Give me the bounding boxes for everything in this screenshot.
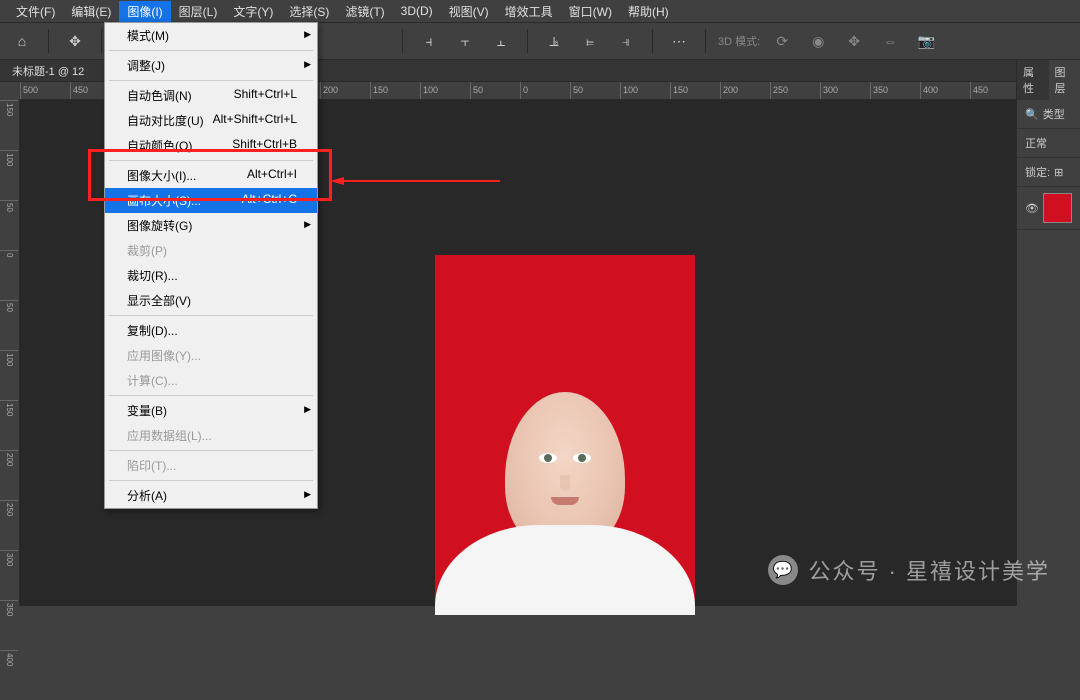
image-menu-dropdown: 模式(M) 调整(J) 自动色调(N)Shift+Ctrl+L自动对比度(U)Alt… <box>104 22 318 509</box>
menu-select[interactable]: 选择(S) <box>281 1 337 22</box>
menu-plugins[interactable]: 增效工具 <box>497 1 561 22</box>
canvas-document[interactable] <box>435 255 695 615</box>
menu-image[interactable]: 图像(I) <box>119 1 170 22</box>
menu-item[interactable]: 裁切(R)... <box>105 263 317 288</box>
menu-filter[interactable]: 滤镜(T) <box>337 1 392 22</box>
menu-item: 计算(C)... <box>105 368 317 393</box>
menu-type[interactable]: 文字(Y) <box>225 1 281 22</box>
menu-item: 陷印(T)... <box>105 453 317 478</box>
align-center-h-icon[interactable]: ⫟ <box>451 27 479 55</box>
type-filter-label: 类型 <box>1043 106 1065 122</box>
lock-pixels-icon[interactable]: ⊞ <box>1054 166 1063 179</box>
lock-label: 锁定: <box>1025 164 1050 180</box>
menu-item[interactable]: 自动色调(N)Shift+Ctrl+L <box>105 83 317 108</box>
menu-item[interactable]: 自动对比度(U)Alt+Shift+Ctrl+L <box>105 108 317 133</box>
align-top-icon[interactable]: ⫡ <box>540 27 568 55</box>
align-left-icon[interactable]: ⫞ <box>415 27 443 55</box>
slide-3d-icon[interactable]: ⇔ <box>876 27 904 55</box>
align-right-icon[interactable]: ⫠ <box>487 27 515 55</box>
menu-layer[interactable]: 图层(L) <box>171 1 226 22</box>
menu-item[interactable]: 变量(B) <box>105 398 317 423</box>
distribute-icon[interactable]: ⋯ <box>665 27 693 55</box>
menu-3d[interactable]: 3D(D) <box>393 2 441 20</box>
menu-edit[interactable]: 编辑(E) <box>63 1 119 22</box>
menubar: 文件(F) 编辑(E) 图像(I) 图层(L) 文字(Y) 选择(S) 滤镜(T… <box>0 0 1080 22</box>
menu-item: 裁剪(P) <box>105 238 317 263</box>
menu-item[interactable]: 分析(A) <box>105 483 317 508</box>
search-icon: 🔍 <box>1025 108 1039 121</box>
menu-item: 应用数据组(L)... <box>105 423 317 448</box>
menu-window[interactable]: 窗口(W) <box>561 1 620 22</box>
ruler-vertical: 15010050050100150200250300350400 <box>0 100 20 606</box>
mode-3d-label: 3D 模式: <box>718 33 760 49</box>
tab-layers[interactable]: 图层 <box>1049 60 1080 100</box>
pan-3d-icon[interactable]: ✥ <box>840 27 868 55</box>
menu-item: 应用图像(Y)... <box>105 343 317 368</box>
visibility-icon[interactable]: 👁 <box>1025 202 1039 215</box>
type-filter-row[interactable]: 🔍 类型 <box>1017 100 1080 129</box>
menu-item[interactable]: 图像大小(I)...Alt+Ctrl+I <box>105 163 317 188</box>
align-bottom-icon[interactable]: ⫣ <box>612 27 640 55</box>
menu-item[interactable]: 自动颜色(O)Shift+Ctrl+B <box>105 133 317 158</box>
menu-item[interactable]: 调整(J) <box>105 53 317 78</box>
orbit-3d-icon[interactable]: ⟳ <box>768 27 796 55</box>
menu-view[interactable]: 视图(V) <box>441 1 497 22</box>
right-panel: 属性 图层 🔍 类型 正常 锁定: ⊞ 👁 <box>1016 60 1080 606</box>
move-tool-icon[interactable]: ✥ <box>61 27 89 55</box>
align-middle-icon[interactable]: ⫢ <box>576 27 604 55</box>
menu-file[interactable]: 文件(F) <box>8 1 63 22</box>
blend-mode-row[interactable]: 正常 <box>1017 129 1080 158</box>
menu-help[interactable]: 帮助(H) <box>620 1 677 22</box>
menu-item[interactable]: 显示全部(V) <box>105 288 317 313</box>
layer-thumbnail[interactable] <box>1043 193 1072 223</box>
menu-item[interactable]: 图像旋转(G) <box>105 213 317 238</box>
home-icon[interactable]: ⌂ <box>8 27 36 55</box>
menu-item[interactable]: 复制(D)... <box>105 318 317 343</box>
layer-row[interactable]: 👁 <box>1017 187 1080 230</box>
blend-mode-value: 正常 <box>1025 135 1047 151</box>
menu-item[interactable]: 画布大小(S)...Alt+Ctrl+C <box>105 188 317 213</box>
portrait-shirt <box>435 525 695 615</box>
tab-properties[interactable]: 属性 <box>1017 60 1049 100</box>
lock-row[interactable]: 锁定: ⊞ <box>1017 158 1080 187</box>
roll-3d-icon[interactable]: ◉ <box>804 27 832 55</box>
zoom-3d-icon[interactable]: 📷 <box>912 27 940 55</box>
menu-item[interactable]: 模式(M) <box>105 23 317 48</box>
